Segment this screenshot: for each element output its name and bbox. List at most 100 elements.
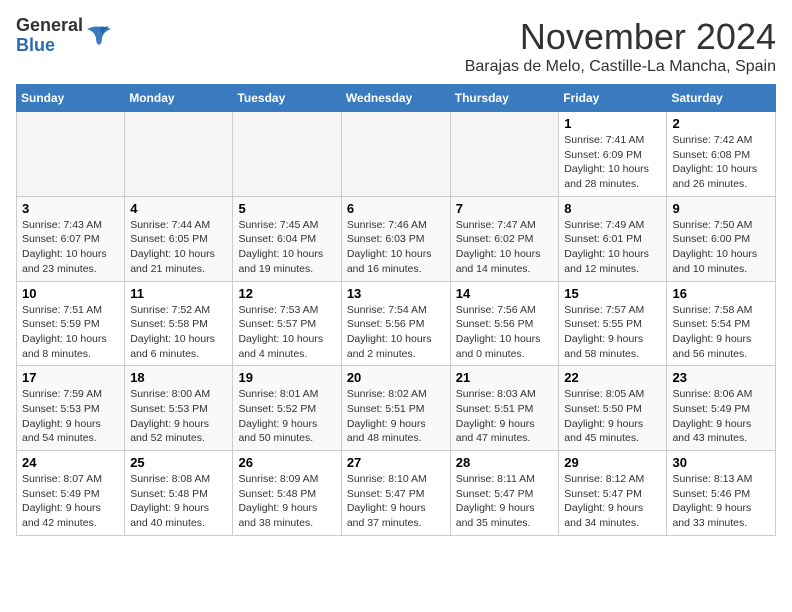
day-detail: Sunrise: 7:41 AM Sunset: 6:09 PM Dayligh…: [564, 133, 661, 192]
day-detail: Sunrise: 7:44 AM Sunset: 6:05 PM Dayligh…: [130, 218, 227, 277]
day-number: 25: [130, 455, 227, 470]
day-detail: Sunrise: 7:50 AM Sunset: 6:00 PM Dayligh…: [672, 218, 770, 277]
calendar-day-cell: 26 Sunrise: 8:09 AM Sunset: 5:48 PM Dayli…: [233, 451, 341, 536]
calendar-day-cell: [233, 112, 341, 197]
day-number: 4: [130, 201, 227, 216]
day-number: 5: [238, 201, 335, 216]
calendar-day-cell: 30 Sunrise: 8:13 AM Sunset: 5:46 PM Dayli…: [667, 451, 776, 536]
calendar-day-cell: 24 Sunrise: 8:07 AM Sunset: 5:49 PM Dayli…: [17, 451, 125, 536]
day-of-week-header: Wednesday: [341, 85, 450, 112]
day-number: 26: [238, 455, 335, 470]
calendar-day-cell: 16 Sunrise: 7:58 AM Sunset: 5:54 PM Dayli…: [667, 281, 776, 366]
day-detail: Sunrise: 7:43 AM Sunset: 6:07 PM Dayligh…: [22, 218, 119, 277]
day-number: 15: [564, 286, 661, 301]
calendar-week-row: 3 Sunrise: 7:43 AM Sunset: 6:07 PM Daylig…: [17, 196, 776, 281]
calendar-day-cell: [341, 112, 450, 197]
day-of-week-header: Friday: [559, 85, 667, 112]
calendar-table: SundayMondayTuesdayWednesdayThursdayFrid…: [16, 84, 776, 536]
calendar-day-cell: 28 Sunrise: 8:11 AM Sunset: 5:47 PM Dayli…: [450, 451, 559, 536]
calendar-day-cell: 7 Sunrise: 7:47 AM Sunset: 6:02 PM Daylig…: [450, 196, 559, 281]
day-detail: Sunrise: 7:53 AM Sunset: 5:57 PM Dayligh…: [238, 303, 335, 362]
day-number: 21: [456, 370, 554, 385]
logo: General Blue: [16, 16, 113, 56]
day-detail: Sunrise: 7:47 AM Sunset: 6:02 PM Dayligh…: [456, 218, 554, 277]
day-of-week-header: Saturday: [667, 85, 776, 112]
title-block: November 2024 Barajas de Melo, Castille-…: [465, 16, 776, 76]
day-number: 11: [130, 286, 227, 301]
calendar-day-cell: 9 Sunrise: 7:50 AM Sunset: 6:00 PM Daylig…: [667, 196, 776, 281]
calendar-header-row: SundayMondayTuesdayWednesdayThursdayFrid…: [17, 85, 776, 112]
day-of-week-header: Tuesday: [233, 85, 341, 112]
calendar-day-cell: 13 Sunrise: 7:54 AM Sunset: 5:56 PM Dayli…: [341, 281, 450, 366]
day-number: 23: [672, 370, 770, 385]
day-number: 14: [456, 286, 554, 301]
calendar-day-cell: 21 Sunrise: 8:03 AM Sunset: 5:51 PM Dayli…: [450, 366, 559, 451]
calendar-day-cell: 18Sunrise: 8:00 AM Sunset: 5:53 PM Dayli…: [125, 366, 233, 451]
day-number: 9: [672, 201, 770, 216]
calendar-day-cell: 4 Sunrise: 7:44 AM Sunset: 6:05 PM Daylig…: [125, 196, 233, 281]
calendar-day-cell: 19 Sunrise: 8:01 AM Sunset: 5:52 PM Dayli…: [233, 366, 341, 451]
day-number: 24: [22, 455, 119, 470]
day-number: 28: [456, 455, 554, 470]
day-number: 13: [347, 286, 445, 301]
calendar-day-cell: 15 Sunrise: 7:57 AM Sunset: 5:55 PM Dayli…: [559, 281, 667, 366]
day-detail: Sunrise: 7:51 AM Sunset: 5:59 PM Dayligh…: [22, 303, 119, 362]
day-detail: Sunrise: 7:42 AM Sunset: 6:08 PM Dayligh…: [672, 133, 770, 192]
calendar-day-cell: 17Sunrise: 7:59 AM Sunset: 5:53 PM Dayli…: [17, 366, 125, 451]
day-detail: Sunrise: 7:58 AM Sunset: 5:54 PM Dayligh…: [672, 303, 770, 362]
day-detail: Sunrise: 8:01 AM Sunset: 5:52 PM Dayligh…: [238, 387, 335, 446]
day-detail: Sunrise: 8:03 AM Sunset: 5:51 PM Dayligh…: [456, 387, 554, 446]
calendar-day-cell: 5 Sunrise: 7:45 AM Sunset: 6:04 PM Daylig…: [233, 196, 341, 281]
day-of-week-header: Sunday: [17, 85, 125, 112]
calendar-day-cell: 14Sunrise: 7:56 AM Sunset: 5:56 PM Dayli…: [450, 281, 559, 366]
day-detail: Sunrise: 8:02 AM Sunset: 5:51 PM Dayligh…: [347, 387, 445, 446]
day-detail: Sunrise: 7:45 AM Sunset: 6:04 PM Dayligh…: [238, 218, 335, 277]
day-detail: Sunrise: 8:07 AM Sunset: 5:49 PM Dayligh…: [22, 472, 119, 531]
day-number: 16: [672, 286, 770, 301]
day-number: 29: [564, 455, 661, 470]
logo-blue-text: Blue: [16, 35, 55, 55]
day-number: 10: [22, 286, 119, 301]
day-number: 2: [672, 116, 770, 131]
day-detail: Sunrise: 8:08 AM Sunset: 5:48 PM Dayligh…: [130, 472, 227, 531]
calendar-day-cell: [17, 112, 125, 197]
day-detail: Sunrise: 8:12 AM Sunset: 5:47 PM Dayligh…: [564, 472, 661, 531]
calendar-day-cell: 2 Sunrise: 7:42 AM Sunset: 6:08 PM Daylig…: [667, 112, 776, 197]
day-detail: Sunrise: 7:49 AM Sunset: 6:01 PM Dayligh…: [564, 218, 661, 277]
day-of-week-header: Thursday: [450, 85, 559, 112]
day-number: 7: [456, 201, 554, 216]
month-title: November 2024: [465, 16, 776, 58]
day-number: 20: [347, 370, 445, 385]
day-number: 27: [347, 455, 445, 470]
calendar-day-cell: 3 Sunrise: 7:43 AM Sunset: 6:07 PM Daylig…: [17, 196, 125, 281]
day-detail: Sunrise: 7:46 AM Sunset: 6:03 PM Dayligh…: [347, 218, 445, 277]
day-detail: Sunrise: 8:13 AM Sunset: 5:46 PM Dayligh…: [672, 472, 770, 531]
calendar-week-row: 17Sunrise: 7:59 AM Sunset: 5:53 PM Dayli…: [17, 366, 776, 451]
calendar-day-cell: 8 Sunrise: 7:49 AM Sunset: 6:01 PM Daylig…: [559, 196, 667, 281]
location-title: Barajas de Melo, Castille-La Mancha, Spa…: [465, 58, 776, 76]
calendar-day-cell: 6Sunrise: 7:46 AM Sunset: 6:03 PM Daylig…: [341, 196, 450, 281]
calendar-day-cell: 25 Sunrise: 8:08 AM Sunset: 5:48 PM Dayli…: [125, 451, 233, 536]
calendar-week-row: 24 Sunrise: 8:07 AM Sunset: 5:49 PM Dayli…: [17, 451, 776, 536]
day-number: 22: [564, 370, 661, 385]
calendar-day-cell: 23Sunrise: 8:06 AM Sunset: 5:49 PM Dayli…: [667, 366, 776, 451]
calendar-day-cell: [450, 112, 559, 197]
calendar-week-row: 1 Sunrise: 7:41 AM Sunset: 6:09 PM Daylig…: [17, 112, 776, 197]
calendar-week-row: 10 Sunrise: 7:51 AM Sunset: 5:59 PM Dayli…: [17, 281, 776, 366]
day-detail: Sunrise: 7:59 AM Sunset: 5:53 PM Dayligh…: [22, 387, 119, 446]
day-number: 19: [238, 370, 335, 385]
calendar-day-cell: 27 Sunrise: 8:10 AM Sunset: 5:47 PM Dayli…: [341, 451, 450, 536]
day-number: 8: [564, 201, 661, 216]
day-number: 12: [238, 286, 335, 301]
day-detail: Sunrise: 8:10 AM Sunset: 5:47 PM Dayligh…: [347, 472, 445, 531]
day-number: 30: [672, 455, 770, 470]
day-detail: Sunrise: 7:57 AM Sunset: 5:55 PM Dayligh…: [564, 303, 661, 362]
day-detail: Sunrise: 8:09 AM Sunset: 5:48 PM Dayligh…: [238, 472, 335, 531]
calendar-day-cell: 29 Sunrise: 8:12 AM Sunset: 5:47 PM Dayli…: [559, 451, 667, 536]
day-detail: Sunrise: 8:11 AM Sunset: 5:47 PM Dayligh…: [456, 472, 554, 531]
day-number: 18: [130, 370, 227, 385]
day-number: 1: [564, 116, 661, 131]
day-number: 3: [22, 201, 119, 216]
day-detail: Sunrise: 7:52 AM Sunset: 5:58 PM Dayligh…: [130, 303, 227, 362]
day-detail: Sunrise: 7:54 AM Sunset: 5:56 PM Dayligh…: [347, 303, 445, 362]
